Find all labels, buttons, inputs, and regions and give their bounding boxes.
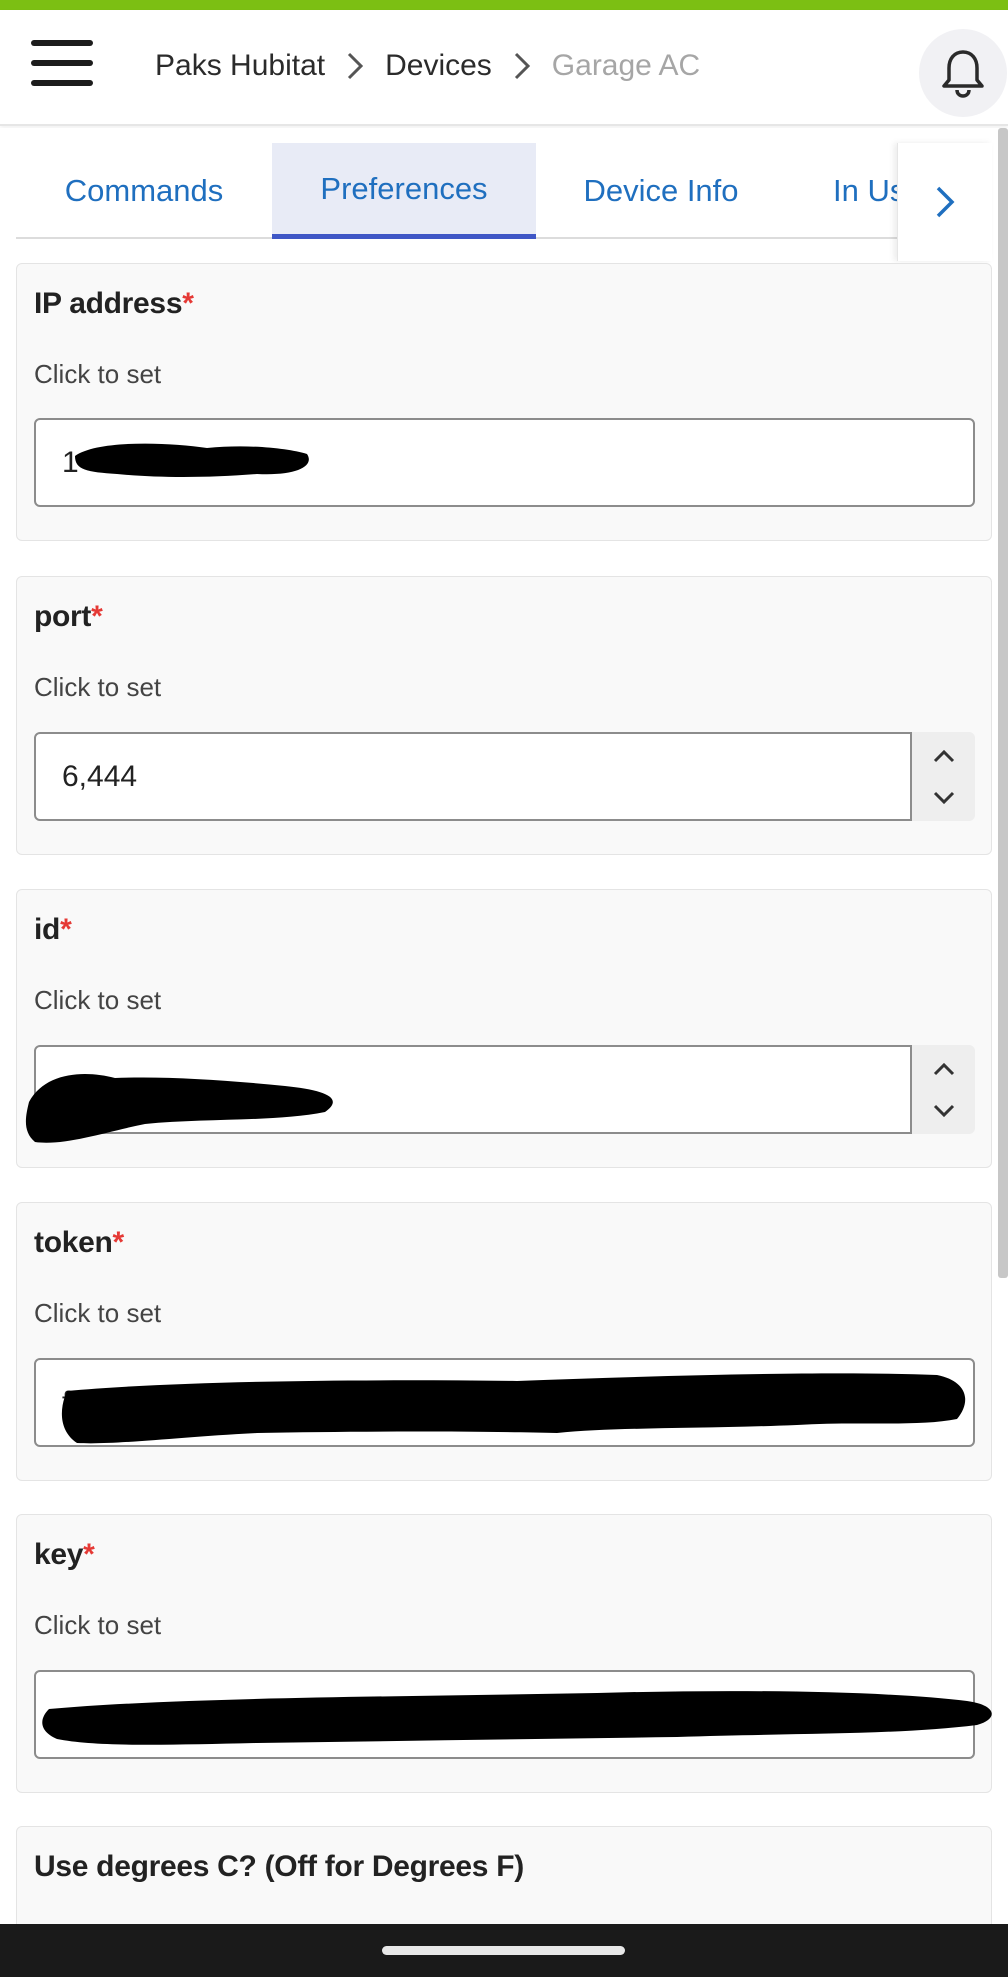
pref-hint: Click to set [34, 1610, 162, 1640]
tab-preferences[interactable]: Preferences [272, 143, 536, 239]
device-detail-content: Commands Preferences Device Info In Use … [0, 128, 1008, 1924]
input-value: f [62, 1385, 71, 1419]
breadcrumb-devices[interactable]: Devices [385, 49, 492, 83]
required-mark: * [91, 600, 103, 633]
pref-hint: Click to set [34, 672, 162, 702]
breadcrumb-current-device: Garage AC [551, 49, 701, 82]
required-mark: * [83, 1538, 95, 1571]
tab-in-use-by[interactable]: In Use By [786, 143, 897, 239]
pref-title: id* [34, 913, 72, 946]
input-value: 1 [62, 445, 79, 479]
accent-bar [0, 0, 1008, 10]
pref-title: Use degrees C? (Off for Degrees F) [34, 1850, 524, 1883]
pref-hint: Click to set [34, 985, 162, 1015]
chevron-down-icon[interactable] [924, 1095, 964, 1127]
pref-id: id* Click to set [16, 889, 992, 1168]
notifications-button[interactable] [919, 29, 1007, 117]
ip-address-input[interactable]: 1 [34, 418, 975, 507]
pref-title: IP address* [34, 287, 194, 320]
chevron-right-icon [325, 46, 385, 86]
page-scrollbar[interactable] [998, 128, 1008, 1924]
pref-title: port* [34, 600, 103, 633]
breadcrumb: Paks Hubitat Devices Garage AC [155, 40, 700, 92]
device-tabs: Commands Preferences Device Info In Use … [16, 143, 992, 261]
required-mark: * [112, 1226, 125, 1259]
bell-icon [942, 50, 984, 98]
pref-hint: Click to set [34, 1298, 162, 1328]
required-mark: * [182, 287, 194, 320]
pref-title: key* [34, 1538, 95, 1571]
scrollbar-thumb[interactable] [998, 128, 1008, 1278]
pref-port: port* Click to set 6,444 [16, 576, 992, 855]
hamburger-menu-icon[interactable] [31, 38, 95, 88]
home-indicator[interactable] [382, 1946, 625, 1955]
token-input[interactable]: f [34, 1358, 975, 1447]
chevron-right-icon [492, 46, 552, 86]
breadcrumb-hub[interactable]: Paks Hubitat [155, 49, 325, 83]
key-input[interactable] [34, 1670, 975, 1759]
chevron-down-icon[interactable] [924, 782, 964, 814]
app-header: Paks Hubitat Devices Garage AC [0, 10, 1008, 126]
tabs-scroll-right-button[interactable] [897, 143, 992, 261]
tab-device-info[interactable]: Device Info [536, 143, 786, 239]
pref-hint: Click to set [34, 359, 162, 389]
pref-title: token* [34, 1226, 125, 1259]
chevron-up-icon[interactable] [924, 1053, 964, 1085]
pref-token: token* Click to set f [16, 1202, 992, 1481]
required-mark: * [60, 913, 72, 946]
id-input[interactable] [34, 1045, 912, 1134]
input-value: 6,444 [62, 759, 138, 793]
chevron-right-icon [936, 186, 955, 218]
system-navigation-bar [0, 1924, 1008, 1977]
chevron-up-icon[interactable] [924, 740, 964, 772]
port-stepper [912, 732, 975, 821]
port-input[interactable]: 6,444 [34, 732, 912, 821]
id-stepper [912, 1045, 975, 1134]
tab-commands[interactable]: Commands [16, 143, 272, 239]
pref-ip-address: IP address* Click to set 1 [16, 263, 992, 541]
pref-key: key* Click to set [16, 1514, 992, 1793]
pref-use-degrees-c: Use degrees C? (Off for Degrees F) [16, 1826, 992, 1924]
